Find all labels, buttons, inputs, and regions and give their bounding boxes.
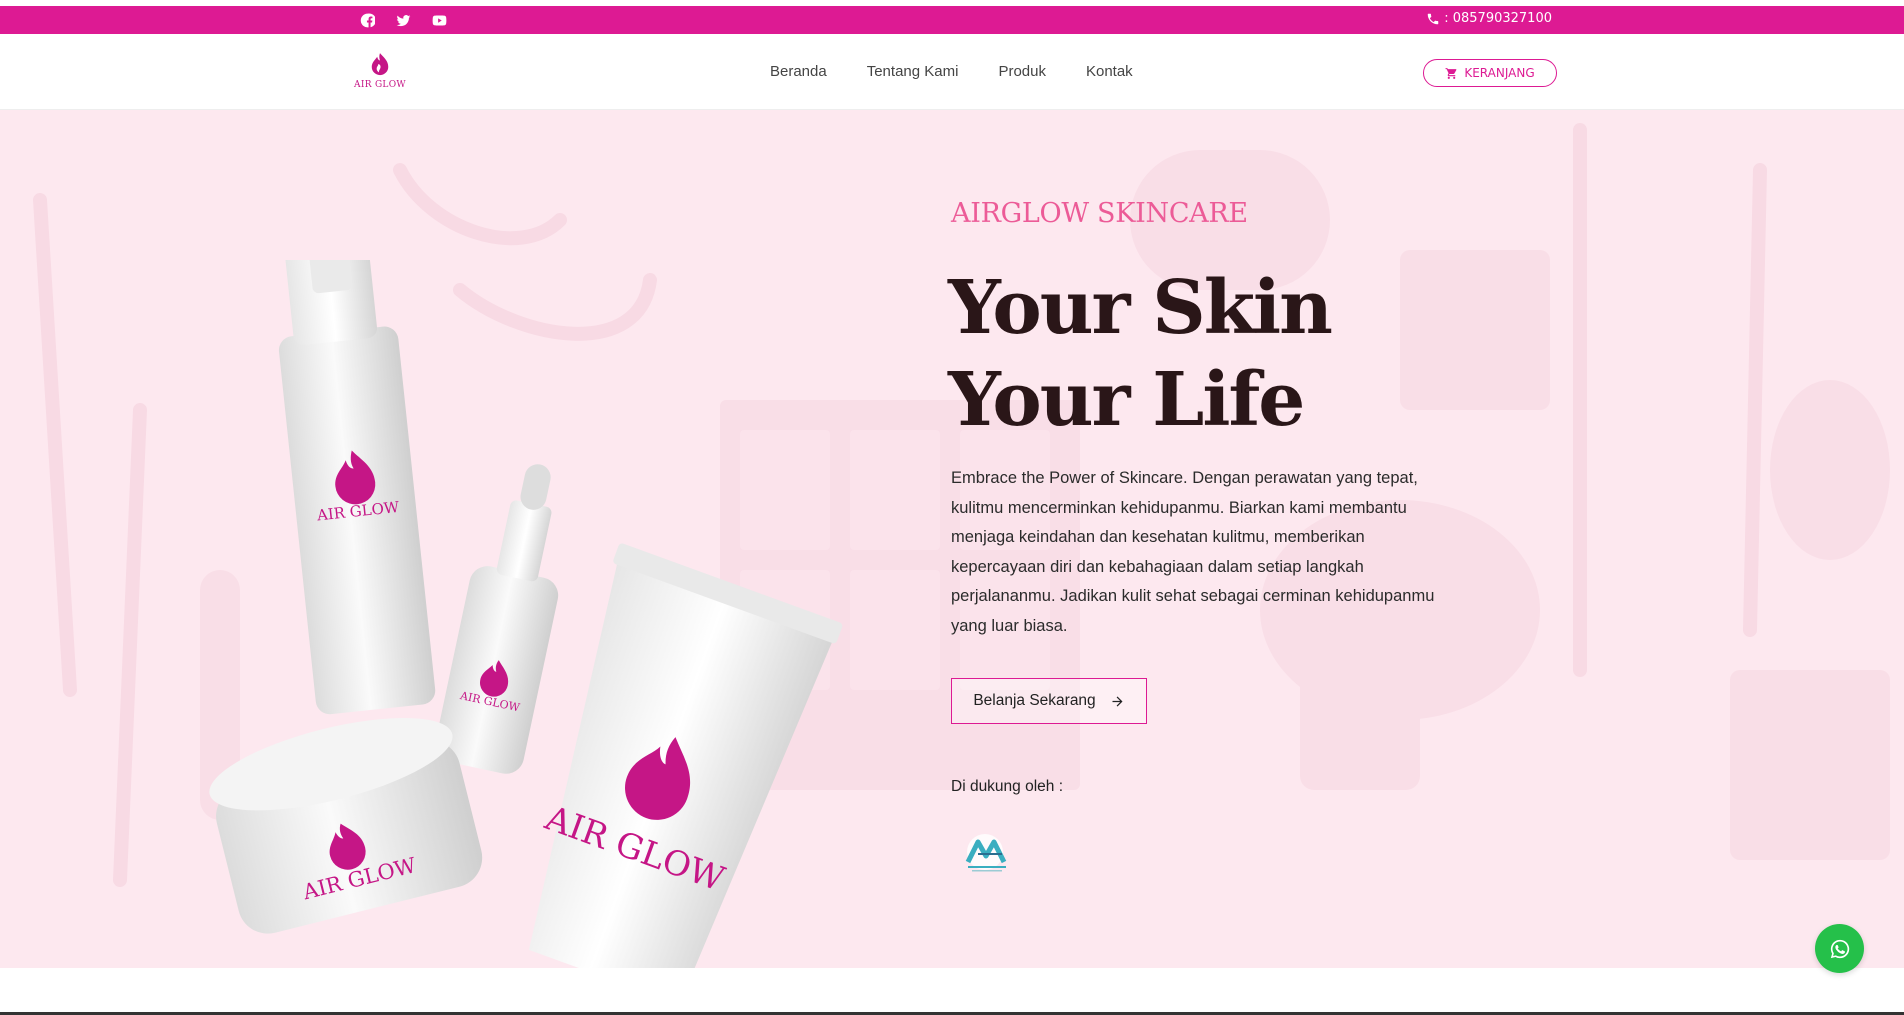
- logo-text: AIR GLOW: [354, 80, 406, 90]
- headline-line-2: Your Life: [948, 357, 1305, 443]
- supported-by-label: Di dukung oleh :: [951, 778, 1064, 795]
- shop-now-button[interactable]: Belanja Sekarang: [951, 678, 1147, 724]
- hero-eyebrow: AIRGLOW SKINCARE: [951, 198, 1248, 229]
- whatsapp-chat-button[interactable]: [1815, 924, 1864, 973]
- headline-line-1: Your Skin: [948, 265, 1333, 351]
- cart-button[interactable]: KERANJANG: [1423, 59, 1557, 87]
- whatsapp-icon: [1830, 939, 1849, 958]
- partner-logo: [965, 834, 1007, 872]
- cart-label: KERANJANG: [1464, 66, 1535, 80]
- facebook-icon[interactable]: [358, 11, 376, 29]
- hero-section: AIR GLOW AIR GLOW AIR GLOW AIR GLOW AIRG…: [0, 110, 1904, 968]
- phone-contact[interactable]: : 085790327100: [1426, 11, 1552, 26]
- social-links: [358, 11, 448, 29]
- next-section-top: [0, 968, 1904, 1015]
- hero-description: Embrace the Power of Skincare. Dengan pe…: [951, 469, 1435, 635]
- phone-number: : 085790327100: [1444, 11, 1552, 26]
- main-nav: Beranda Tentang Kami Produk Kontak: [770, 63, 1133, 80]
- site-logo[interactable]: AIR GLOW: [354, 52, 406, 94]
- arrow-right-icon: [1112, 696, 1123, 706]
- site-header: AIR GLOW Beranda Tentang Kami Produk Kon…: [0, 34, 1904, 110]
- nav-produk[interactable]: Produk: [998, 63, 1046, 80]
- top-bar: : 085790327100: [0, 6, 1904, 34]
- youtube-icon[interactable]: [430, 11, 448, 29]
- product-illustration: AIR GLOW AIR GLOW AIR GLOW AIR GLOW: [209, 260, 843, 968]
- nav-kontak[interactable]: Kontak: [1086, 63, 1133, 80]
- shop-now-label: Belanja Sekarang: [973, 692, 1096, 709]
- twitter-icon[interactable]: [394, 11, 412, 29]
- leaf-logo-icon: [371, 53, 389, 76]
- nav-tentang-kami[interactable]: Tentang Kami: [867, 63, 959, 80]
- hero-headline: Your Skin Your Life: [948, 262, 1333, 446]
- cart-icon: [1445, 67, 1457, 79]
- nav-beranda[interactable]: Beranda: [770, 63, 827, 80]
- phone-icon: [1427, 13, 1439, 24]
